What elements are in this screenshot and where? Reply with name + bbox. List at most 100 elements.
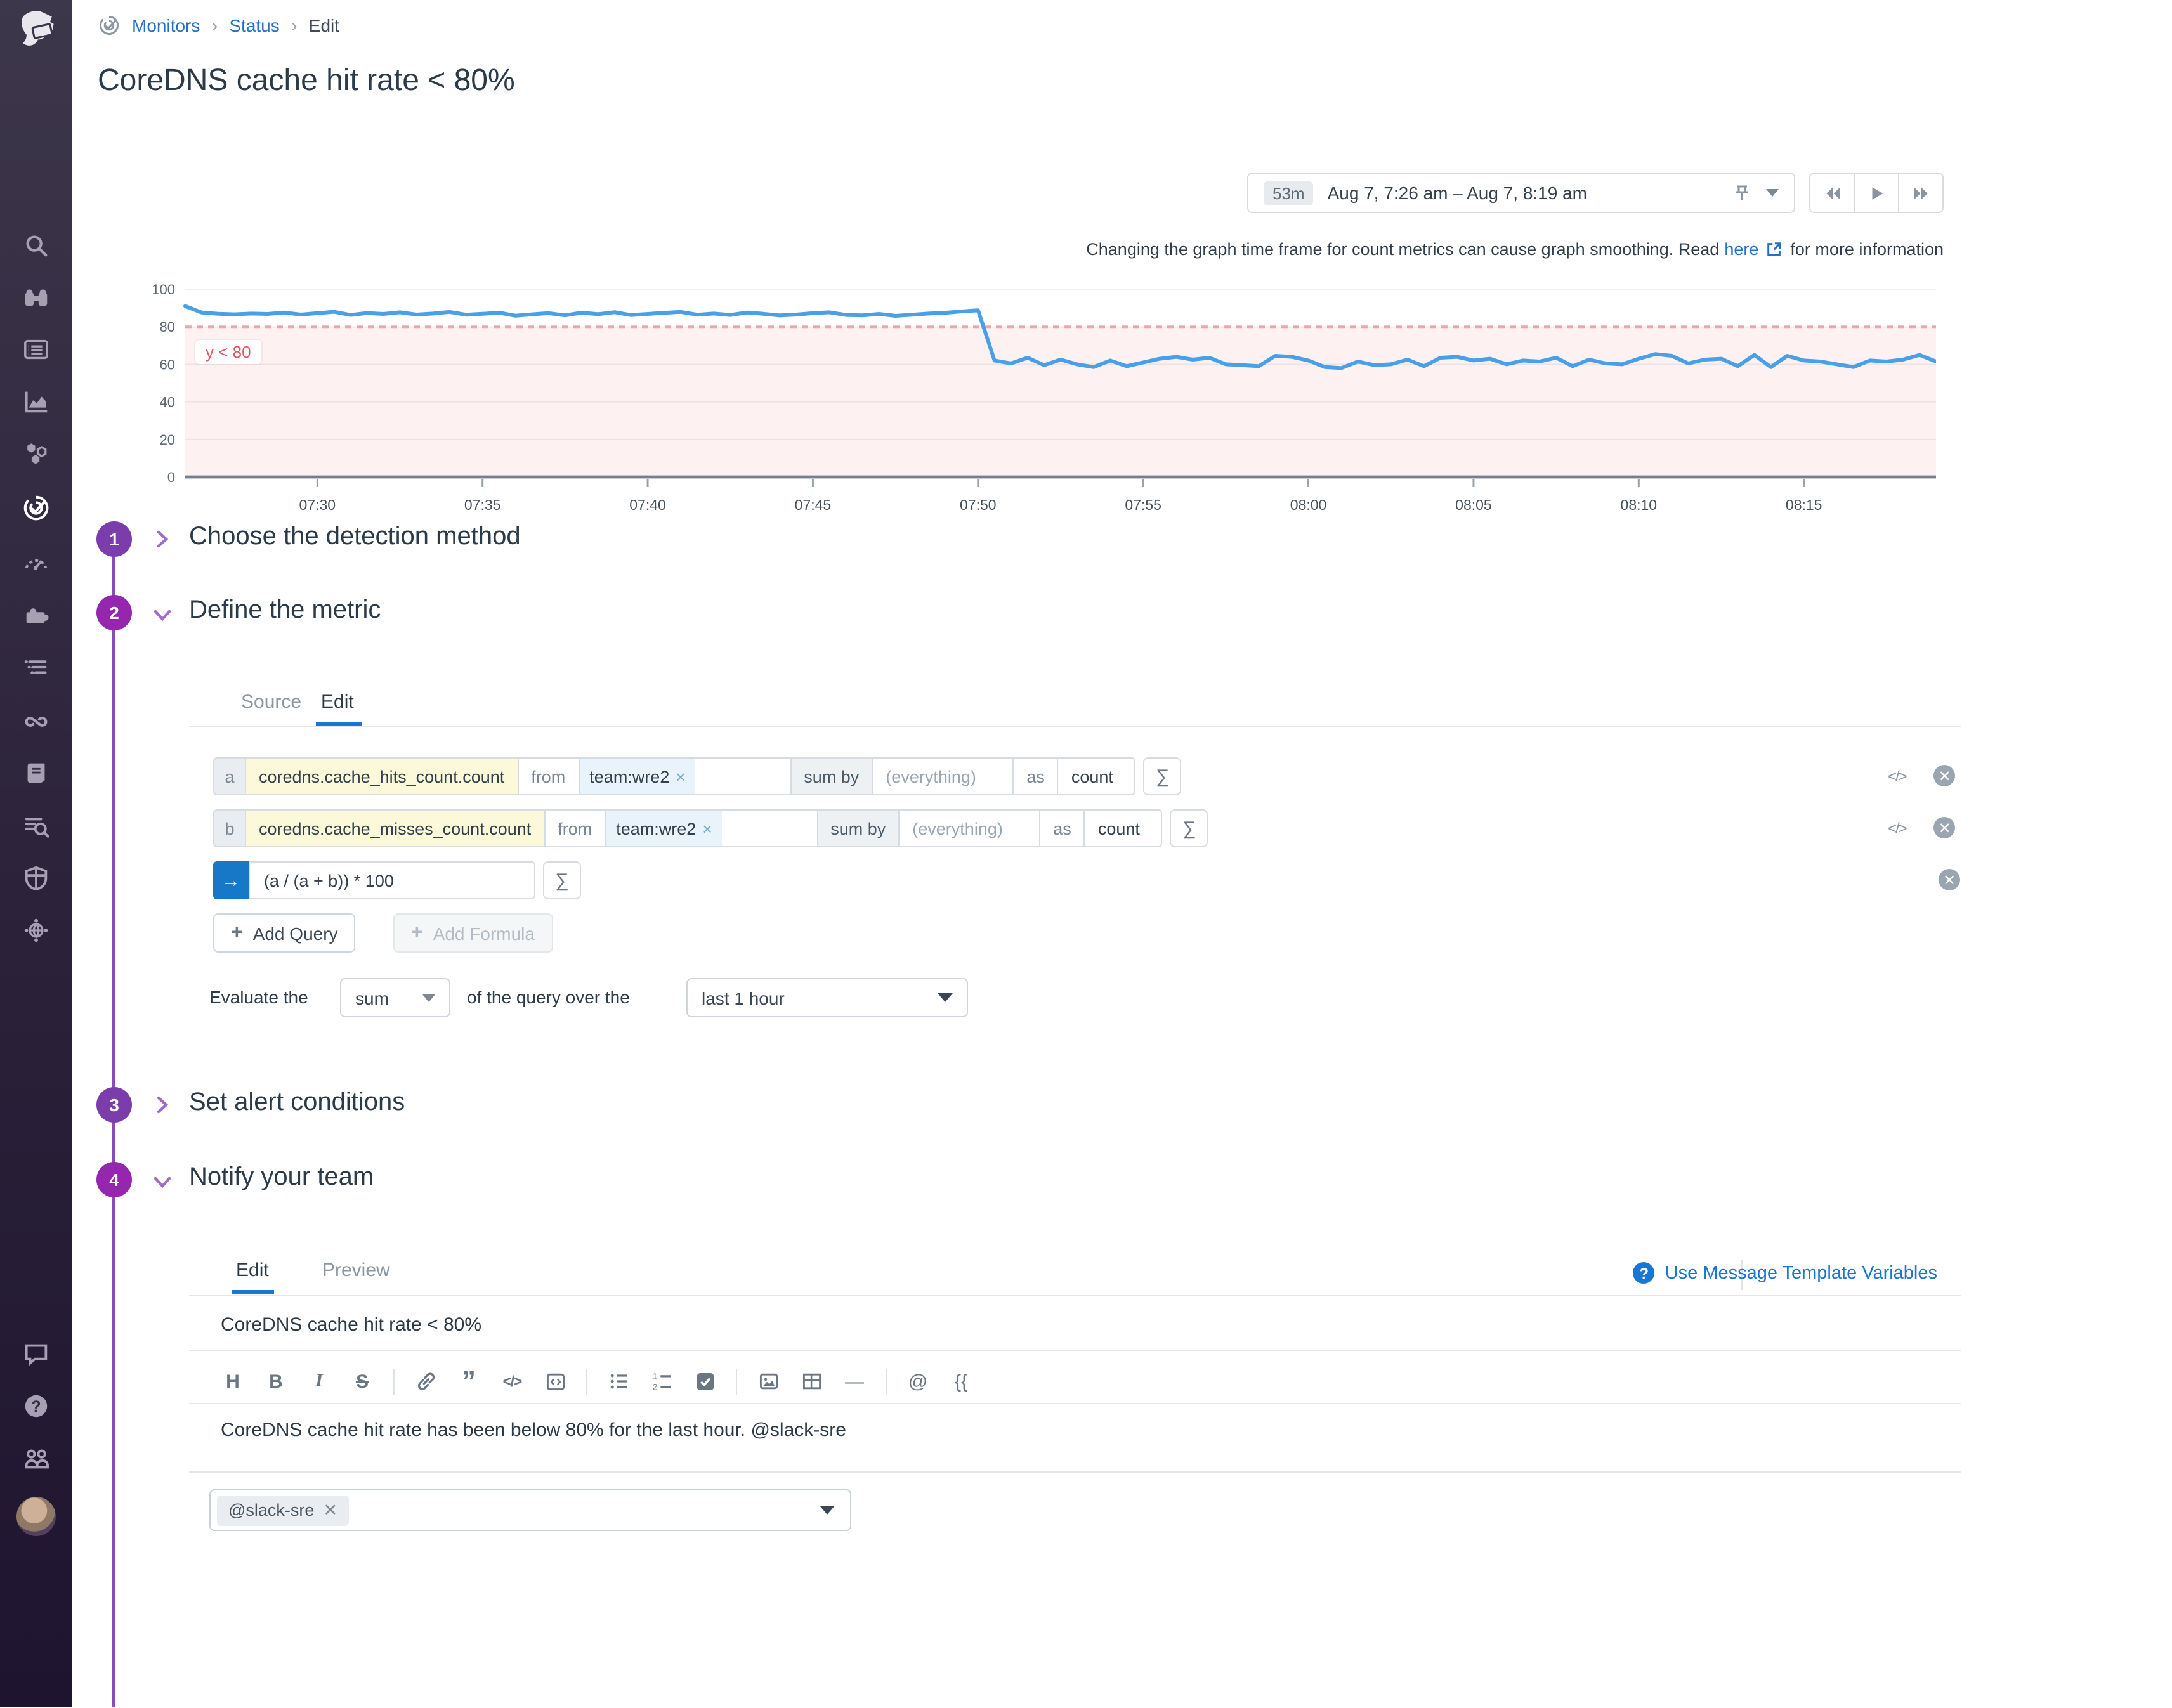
filter-tag: team:wre2 × bbox=[606, 811, 722, 846]
monitors-icon[interactable] bbox=[22, 493, 51, 523]
as-label: as bbox=[1012, 757, 1059, 795]
evaluate-function-select[interactable]: sum bbox=[340, 978, 450, 1017]
divider bbox=[189, 1471, 1961, 1473]
code-icon[interactable]: </> bbox=[500, 1367, 524, 1395]
section-3-chevron-right-icon[interactable] bbox=[152, 1095, 173, 1115]
pin-timeframe-icon[interactable] bbox=[1732, 183, 1752, 203]
task-list-icon[interactable] bbox=[693, 1367, 717, 1395]
integrations-icon[interactable] bbox=[22, 601, 51, 630]
image-icon[interactable] bbox=[756, 1367, 780, 1395]
monitor-preview-chart[interactable]: 02040608010007:3007:3507:4007:4507:5007:… bbox=[140, 279, 1936, 528]
add-query-label: Add Query bbox=[253, 923, 338, 943]
sidebar: ? bbox=[0, 0, 72, 1707]
help-circle-icon: ? bbox=[1633, 1262, 1655, 1284]
metric-input[interactable]: coredns.cache_hits_count.count bbox=[245, 757, 518, 795]
numbered-list-icon[interactable]: 12 bbox=[650, 1367, 674, 1395]
svg-text:100: 100 bbox=[152, 282, 175, 297]
events-icon[interactable] bbox=[22, 335, 51, 364]
code-view-icon[interactable]: </> bbox=[1888, 819, 1906, 837]
message-title-input[interactable]: CoreDNS cache hit rate < 80% bbox=[221, 1314, 481, 1336]
aggregator-select[interactable]: count bbox=[1057, 757, 1136, 795]
bold-icon[interactable]: B bbox=[264, 1367, 288, 1395]
recipient-tag: @slack-sre ✕ bbox=[217, 1495, 349, 1525]
remove-filter-icon[interactable]: × bbox=[702, 819, 712, 838]
section-3-title[interactable]: Set alert conditions bbox=[189, 1088, 405, 1118]
remove-filter-icon[interactable]: × bbox=[676, 767, 685, 786]
time-play-button[interactable] bbox=[1854, 174, 1898, 212]
tab-source[interactable]: Source bbox=[241, 691, 301, 713]
add-formula-button[interactable]: + Add Formula bbox=[393, 913, 553, 953]
strikethrough-icon[interactable]: S bbox=[350, 1367, 374, 1395]
aggregator-select[interactable]: count bbox=[1084, 809, 1163, 847]
template-variable-icon[interactable]: {{ bbox=[949, 1367, 973, 1395]
metrics-icon[interactable] bbox=[22, 387, 51, 416]
section-4-chevron-down-icon[interactable] bbox=[152, 1172, 173, 1192]
section-1-title[interactable]: Choose the detection method bbox=[189, 523, 521, 552]
remove-formula-icon[interactable]: ✕ bbox=[1939, 869, 1960, 890]
heading-icon[interactable]: H bbox=[221, 1367, 245, 1395]
notice-here-link[interactable]: here bbox=[1724, 240, 1758, 259]
code-block-icon[interactable] bbox=[543, 1367, 567, 1395]
metric-input[interactable]: coredns.cache_misses_count.count bbox=[245, 809, 545, 847]
notice-text-after: for more information bbox=[1790, 240, 1944, 259]
message-body-input[interactable]: CoreDNS cache hit rate has been below 80… bbox=[221, 1419, 846, 1441]
processes-icon[interactable] bbox=[22, 439, 51, 468]
synthetics-icon[interactable] bbox=[22, 707, 51, 736]
mention-icon[interactable]: @ bbox=[906, 1367, 930, 1395]
filter-input[interactable]: team:wre2 × bbox=[605, 809, 818, 847]
remove-recipient-icon[interactable]: ✕ bbox=[323, 1500, 337, 1520]
time-range-selector[interactable]: 53m Aug 7, 7:26 am – Aug 7, 8:19 am bbox=[1247, 173, 1795, 213]
org-icon[interactable] bbox=[22, 1445, 51, 1474]
as-label: as bbox=[1039, 809, 1085, 847]
italic-icon[interactable]: I bbox=[307, 1367, 331, 1395]
time-backward-button[interactable] bbox=[1810, 174, 1854, 212]
section-1-chevron-right-icon[interactable] bbox=[152, 529, 173, 549]
notebooks-icon[interactable] bbox=[22, 759, 51, 788]
chat-icon[interactable] bbox=[22, 1340, 51, 1369]
watchdog-icon[interactable] bbox=[22, 283, 51, 312]
code-view-icon[interactable]: </> bbox=[1888, 767, 1906, 785]
log-explorer-icon[interactable] bbox=[22, 812, 51, 841]
search-icon[interactable] bbox=[22, 231, 51, 260]
tab-edit[interactable]: Edit bbox=[321, 691, 354, 713]
chevron-down-icon[interactable] bbox=[1766, 189, 1779, 197]
breadcrumb-status[interactable]: Status bbox=[229, 15, 279, 36]
help-icon[interactable]: ? bbox=[22, 1392, 51, 1421]
datadog-logo[interactable] bbox=[13, 8, 61, 56]
group-by-input[interactable]: (everything) bbox=[872, 757, 1014, 795]
remove-query-icon[interactable]: ✕ bbox=[1934, 817, 1956, 838]
formula-tools: ✕ bbox=[1939, 869, 1960, 890]
sigma-functions-button[interactable]: ∑ bbox=[543, 861, 581, 899]
group-by-input[interactable]: (everything) bbox=[898, 809, 1040, 847]
security-icon[interactable] bbox=[22, 864, 51, 893]
breadcrumb-monitors[interactable]: Monitors bbox=[132, 15, 200, 36]
bulleted-list-icon[interactable] bbox=[606, 1367, 631, 1395]
section-2-chevron-down-icon[interactable] bbox=[152, 605, 173, 625]
svg-text:08:15: 08:15 bbox=[1786, 497, 1822, 513]
filter-input[interactable]: team:wre2 × bbox=[578, 757, 791, 795]
use-template-variables-link[interactable]: ? Use Message Template Variables bbox=[1633, 1262, 1937, 1284]
section-4-title[interactable]: Notify your team bbox=[189, 1163, 374, 1192]
notification-recipients-select[interactable]: @slack-sre ✕ bbox=[209, 1489, 851, 1531]
notice-text: Changing the graph time frame for count … bbox=[1086, 240, 1719, 259]
tab-message-edit[interactable]: Edit bbox=[236, 1260, 269, 1281]
logs-icon[interactable] bbox=[22, 653, 51, 682]
link-icon[interactable] bbox=[414, 1367, 438, 1395]
query-letter: a bbox=[213, 757, 246, 795]
evaluate-window-select[interactable]: last 1 hour bbox=[686, 978, 968, 1017]
filter-tag-label: team:wre2 bbox=[589, 767, 669, 786]
section-2-title[interactable]: Define the metric bbox=[189, 596, 381, 625]
table-icon[interactable] bbox=[799, 1367, 823, 1395]
user-avatar[interactable] bbox=[16, 1497, 56, 1536]
tab-message-preview[interactable]: Preview bbox=[322, 1260, 390, 1281]
add-query-button[interactable]: + Add Query bbox=[213, 913, 356, 953]
apm-icon[interactable] bbox=[22, 548, 51, 577]
horizontal-rule-icon[interactable]: — bbox=[842, 1367, 867, 1395]
time-forward-button[interactable] bbox=[1898, 174, 1942, 212]
remove-query-icon[interactable]: ✕ bbox=[1934, 765, 1956, 786]
formula-input[interactable]: (a / (a + b)) * 100 bbox=[249, 861, 535, 899]
sigma-functions-button[interactable]: ∑ bbox=[1170, 809, 1208, 847]
quote-icon[interactable]: ” bbox=[457, 1367, 481, 1395]
sigma-functions-button[interactable]: ∑ bbox=[1144, 757, 1182, 795]
network-icon[interactable] bbox=[22, 916, 51, 945]
